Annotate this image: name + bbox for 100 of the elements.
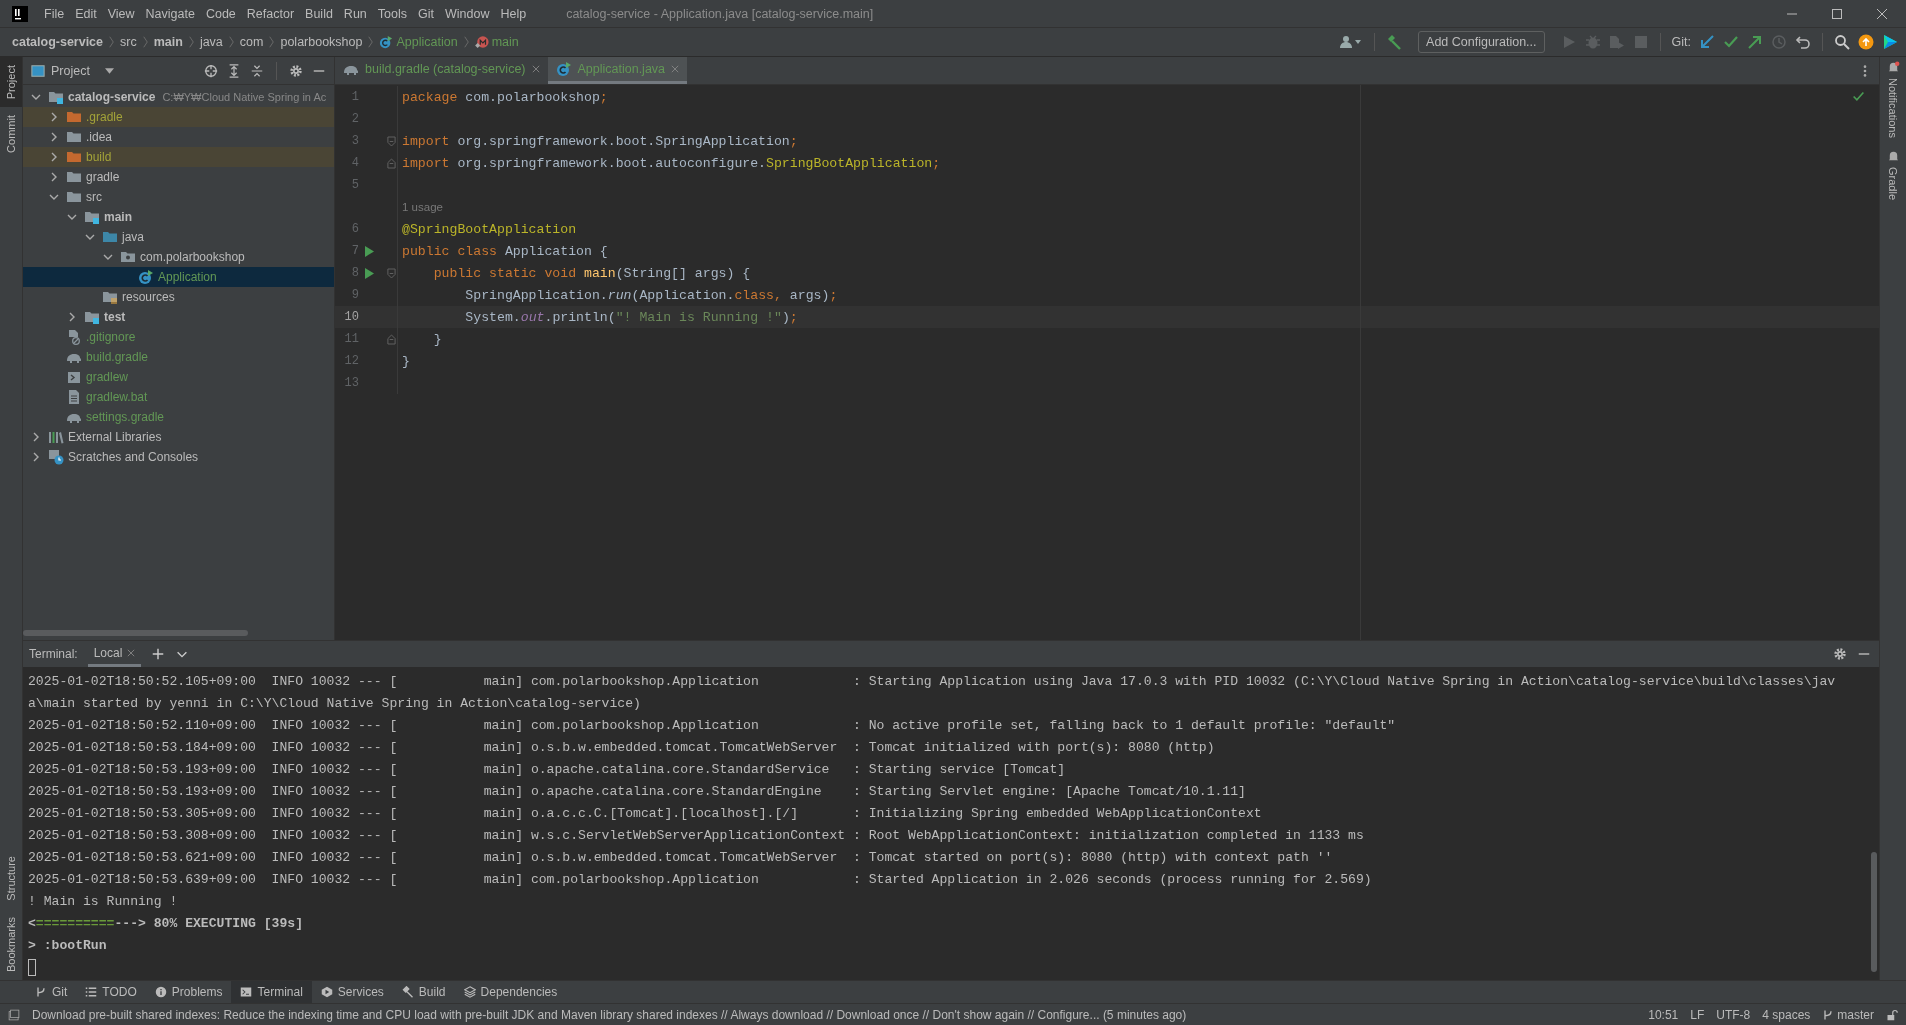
- tree-item[interactable]: java: [23, 227, 334, 247]
- settings-icon[interactable]: [1833, 647, 1847, 661]
- tree-item[interactable]: .gitignore: [23, 327, 334, 347]
- breadcrumb-item[interactable]: main: [153, 35, 183, 49]
- tree-item[interactable]: com.polarbookshop: [23, 247, 334, 267]
- chevron-icon[interactable]: [67, 312, 77, 322]
- tool-window-tab[interactable]: Git: [26, 981, 77, 1003]
- scrollbar-thumb[interactable]: [1871, 852, 1877, 972]
- tool-window-tab[interactable]: Terminal: [231, 981, 312, 1003]
- status-item[interactable]: LF: [1690, 1007, 1705, 1022]
- fold-marker-icon[interactable]: [387, 157, 396, 169]
- breadcrumb-item[interactable]: src: [120, 35, 137, 49]
- tree-item[interactable]: build: [23, 147, 334, 167]
- breadcrumb-item[interactable]: Application: [379, 35, 458, 49]
- caret-icon[interactable]: [104, 67, 114, 74]
- chevron-icon[interactable]: [49, 132, 59, 142]
- session-tab[interactable]: Local: [87, 641, 142, 667]
- chevron-icon[interactable]: [31, 452, 41, 462]
- lock-icon[interactable]: [1886, 1008, 1898, 1021]
- breadcrumb-item[interactable]: com: [239, 35, 264, 49]
- editor-tab[interactable]: build.gradle (catalog-service): [335, 57, 548, 84]
- menu-item[interactable]: Edit: [75, 6, 97, 21]
- tree-item[interactable]: test: [23, 307, 334, 327]
- tool-window-button[interactable]: Notifications: [1886, 61, 1900, 138]
- check-icon[interactable]: [1723, 34, 1739, 50]
- update-icon[interactable]: [1858, 34, 1874, 50]
- tree-item[interactable]: settings.gradle: [23, 407, 334, 427]
- menu-item[interactable]: Refactor: [246, 6, 295, 21]
- status-item[interactable]: 4 spaces: [1762, 1007, 1811, 1022]
- tree-item[interactable]: .idea: [23, 127, 334, 147]
- undo-icon[interactable]: [1795, 34, 1811, 50]
- run-gutter-icon[interactable]: [364, 267, 374, 279]
- breadcrumb-item[interactable]: catalog-service: [12, 35, 104, 49]
- tool-window-button[interactable]: Bookmarks: [0, 908, 22, 980]
- tool-window-tab[interactable]: Dependencies: [454, 981, 567, 1003]
- more-options-icon[interactable]: [1863, 63, 1867, 78]
- chevron-icon[interactable]: [31, 92, 41, 102]
- push-arrow-icon[interactable]: [1747, 34, 1763, 50]
- tree-item[interactable]: resources: [23, 287, 334, 307]
- add-icon[interactable]: [151, 647, 166, 661]
- menu-item[interactable]: Code: [205, 6, 236, 21]
- tree-item[interactable]: .gradle: [23, 107, 334, 127]
- hammer-icon[interactable]: [1386, 34, 1403, 50]
- tree-item[interactable]: Application: [23, 267, 334, 287]
- chevron-icon[interactable]: [103, 252, 113, 262]
- fold-marker-icon[interactable]: [387, 267, 396, 279]
- status-message[interactable]: Download pre-built shared indexes: Reduce the indexing time and CPU load with pre-built JDK and Maven library shared indexes // Always download // Download once // Don't show again // Configure... (5 minutes ago): [32, 1007, 1187, 1022]
- chevron-icon[interactable]: [49, 192, 59, 202]
- locate-icon[interactable]: [204, 63, 218, 78]
- tree-item[interactable]: gradlew.bat: [23, 387, 334, 407]
- tree-item[interactable]: gradle: [23, 167, 334, 187]
- breadcrumb-item[interactable]: polarbookshop: [280, 35, 363, 49]
- tool-window-tab[interactable]: TODO: [76, 981, 146, 1003]
- tree-item[interactable]: gradlew: [23, 367, 334, 387]
- chevron-icon[interactable]: [49, 152, 59, 162]
- maximize-icon[interactable]: [1831, 7, 1843, 20]
- breadcrumb-item[interactable]: java: [199, 35, 223, 49]
- breadcrumb-item[interactable]: main: [474, 35, 519, 49]
- tool-window-button[interactable]: Commit: [0, 107, 22, 162]
- collapse-all-icon[interactable]: [250, 63, 264, 78]
- expand-all-icon[interactable]: [227, 63, 241, 78]
- fold-marker-icon[interactable]: [387, 333, 396, 345]
- tool-window-tab[interactable]: Build: [392, 981, 455, 1003]
- tree-item[interactable]: catalog-service C:₩Y₩Cloud Native Spring in Ac: [23, 87, 334, 107]
- panel-title[interactable]: Project: [51, 63, 90, 78]
- menu-item[interactable]: Run: [343, 6, 367, 21]
- usage-hint[interactable]: 1 usage: [398, 201, 443, 213]
- menu-item[interactable]: Navigate: [145, 6, 195, 21]
- update-arrow-icon[interactable]: [1699, 34, 1715, 50]
- add-configuration-button[interactable]: Add Configuration...: [1418, 31, 1545, 53]
- scrollbar-thumb[interactable]: [23, 630, 248, 636]
- menu-item[interactable]: Window: [444, 6, 490, 21]
- chevron-icon[interactable]: [49, 172, 59, 182]
- menu-item[interactable]: Git: [418, 6, 434, 21]
- close-icon[interactable]: [127, 648, 136, 657]
- menu-item[interactable]: Tools: [377, 6, 407, 21]
- menu-item[interactable]: Help: [500, 6, 527, 21]
- menu-item[interactable]: File: [44, 6, 65, 21]
- tool-window-button[interactable]: Gradle: [1886, 149, 1900, 200]
- status-item[interactable]: 10:51: [1648, 1007, 1679, 1022]
- close-icon[interactable]: [1876, 7, 1888, 20]
- tree-item[interactable]: External Libraries: [23, 427, 334, 447]
- layout-icon[interactable]: [8, 1008, 20, 1021]
- chevron-icon[interactable]: [67, 212, 77, 222]
- user-icon[interactable]: [1339, 34, 1364, 50]
- tool-window-button[interactable]: Structure: [0, 848, 22, 909]
- chevron-icon[interactable]: [49, 112, 59, 122]
- run-gutter-icon[interactable]: [364, 245, 374, 257]
- tree-item[interactable]: Scratches and Consoles: [23, 447, 334, 467]
- fold-marker-icon[interactable]: [387, 135, 396, 147]
- tree-item[interactable]: main: [23, 207, 334, 227]
- tree-item[interactable]: src: [23, 187, 334, 207]
- tree-item[interactable]: build.gradle: [23, 347, 334, 367]
- menu-item[interactable]: Build: [305, 6, 333, 21]
- settings-icon[interactable]: [289, 63, 303, 78]
- branch-widget[interactable]: master: [1822, 1007, 1874, 1022]
- menu-item[interactable]: View: [107, 6, 135, 21]
- tool-window-button[interactable]: Project: [0, 57, 22, 108]
- tool-window-tab[interactable]: Services: [311, 981, 393, 1003]
- chevron-icon[interactable]: [85, 232, 95, 242]
